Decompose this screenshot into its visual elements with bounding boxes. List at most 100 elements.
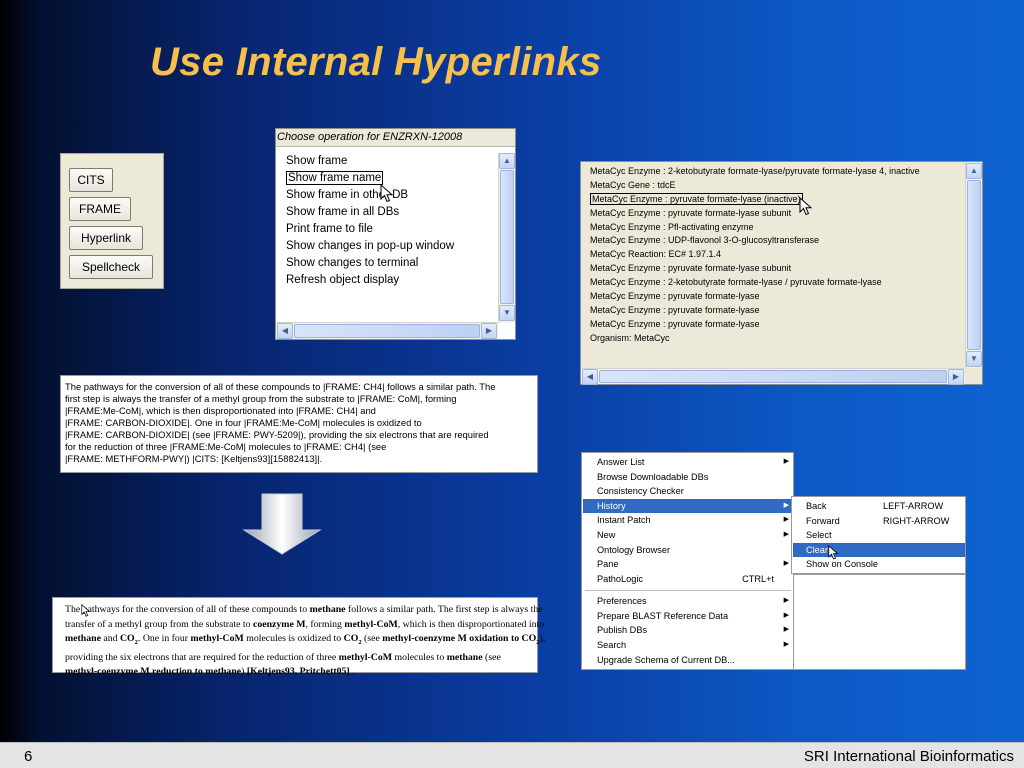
menu-item-history[interactable]: History ▶ (583, 498, 793, 514)
hyperlink[interactable]: methyl-coenzyme M oxidation to CO2 (382, 633, 539, 646)
operation-item[interactable]: Show frame (286, 154, 496, 171)
rendered-hyperlink-text[interactable]: The pathways for the conversion of all o… (52, 597, 546, 677)
dialog-title: Choose operation for ENZRXN-12008 (276, 129, 515, 147)
hyperlink[interactable]: methyl-coenzyme M reduction to methane (65, 666, 241, 677)
scroll-thumb[interactable] (967, 180, 981, 350)
scroll-thumb[interactable] (599, 370, 947, 383)
list-item[interactable]: MetaCyc Enzyme : UDP-flavonol 3-O-glucos… (590, 234, 960, 248)
history-submenu: Back LEFT-ARROW Forward RIGHT-ARROW Select… (791, 496, 966, 574)
shortcut-label: CTRL+t (742, 573, 774, 584)
results-list: MetaCyc Enzyme : 2-ketobutyrate formate-… (590, 165, 960, 346)
list-item[interactable]: MetaCyc Enzyme : Pfl-activating enzyme (590, 221, 960, 235)
menu-item-pane[interactable]: Pane ▶ (583, 557, 793, 572)
menu-item-instant-patch[interactable]: Instant Patch ▶ (583, 513, 793, 528)
text-line: |FRAME:Me-CoM|, which is then disproport… (65, 405, 376, 416)
list-item[interactable]: MetaCyc Enzyme : pyruvate formate-lyase … (590, 262, 960, 276)
scroll-down-icon[interactable]: ▼ (499, 305, 515, 321)
hyperlink-button[interactable]: Hyperlink (69, 226, 143, 250)
mouse-cursor-icon (799, 197, 813, 216)
scroll-right-icon[interactable]: ▶ (481, 323, 497, 339)
operation-item[interactable]: Print frame to file (286, 222, 496, 239)
submenu-item-select[interactable]: Select (793, 528, 965, 543)
scroll-down-icon[interactable]: ▼ (966, 351, 982, 367)
menu-item-new[interactable]: New ▶ (583, 528, 793, 543)
text-line: first step is always the transfer of a m… (65, 393, 457, 404)
shortcut-label: LEFT-ARROW (883, 501, 944, 511)
cits-button[interactable]: CITS (69, 168, 113, 192)
scroll-thumb[interactable] (294, 324, 480, 338)
spellcheck-button[interactable]: Spellcheck (69, 255, 153, 279)
hyperlink[interactable]: coenzyme M (253, 619, 306, 630)
submenu-arrow-icon: ▶ (783, 531, 789, 538)
list-item[interactable]: MetaCyc Gene : tdcE (590, 179, 960, 193)
submenu-item-forward[interactable]: Forward RIGHT-ARROW (793, 514, 965, 529)
slide-title: Use Internal Hyperlinks (150, 40, 602, 84)
hyperlink[interactable]: CO2 (344, 633, 362, 646)
scroll-thumb[interactable] (500, 170, 514, 304)
submenu-arrow-icon: ▶ (783, 560, 789, 568)
text-line: The pathways for the conversion of all o… (65, 604, 543, 615)
menu-item-upgrade-schema[interactable]: Upgrade Schema of Current DB... (583, 653, 793, 668)
menu-item-answer-list[interactable]: Answer List ▶ (583, 455, 793, 470)
vertical-scrollbar[interactable]: ▲ ▼ (498, 153, 515, 323)
frame-button[interactable]: FRAME (69, 197, 131, 221)
vertical-scrollbar[interactable]: ▲ ▼ (965, 162, 982, 368)
submenu-arrow-icon: ▶ (783, 611, 789, 619)
hyperlink[interactable]: methyl-CoM (190, 633, 243, 644)
list-item[interactable]: MetaCyc Enzyme : 2-ketobutyrate formate-… (590, 165, 960, 179)
menu-item-ontology-browser[interactable]: Ontology Browser (583, 543, 793, 558)
hyperlink[interactable]: methyl-CoM (339, 652, 392, 663)
scroll-up-icon[interactable]: ▲ (499, 153, 515, 169)
operation-item[interactable]: Show frame in all DBs (286, 205, 496, 222)
scroll-left-icon[interactable]: ◀ (277, 323, 293, 339)
raw-frame-text[interactable]: The pathways for the conversion of all o… (60, 375, 538, 473)
menu-item-preferences[interactable]: Preferences ▶ (583, 594, 793, 609)
menu-item-publish-dbs[interactable]: Publish DBs ▶ (583, 623, 793, 638)
menu-item-consistency-checker[interactable]: Consistency Checker (583, 484, 793, 499)
list-item[interactable]: MetaCyc Enzyme : 2-ketobutyrate formate-… (590, 276, 960, 290)
menu-item-prepare-blast[interactable]: Prepare BLAST Reference Data ▶ (583, 609, 793, 624)
text-line: |FRAME: CARBON-DIOXIDE| (see |FRAME: PWY… (65, 429, 489, 440)
page-number: 6 (24, 748, 33, 765)
submenu-arrow-icon: ▶ (783, 597, 789, 605)
citation-link[interactable]: [Keltjens93, Pritchett05] (247, 666, 350, 677)
mouse-cursor-icon (828, 545, 839, 560)
mouse-cursor-icon (81, 604, 91, 617)
scroll-up-icon[interactable]: ▲ (966, 163, 982, 179)
submenu-arrow-icon: ▶ (783, 641, 789, 648)
scroll-right-icon[interactable]: ▶ (948, 369, 964, 385)
operation-list: Show frame Show frame name Show frame in… (286, 154, 496, 290)
hyperlink[interactable]: methane (310, 604, 346, 615)
list-item[interactable]: MetaCyc Enzyme : pyruvate formate-lyase (590, 290, 960, 304)
horizontal-scrollbar[interactable]: ◀ ▶ (581, 368, 965, 385)
hyperlink[interactable]: CO2 (120, 633, 138, 646)
hyperlink[interactable]: methyl-CoM (344, 619, 397, 630)
operation-item[interactable]: Show changes to terminal (286, 256, 496, 273)
hyperlink[interactable]: methane (65, 633, 101, 644)
slide-footer: 6 SRI International Bioinformatics (0, 742, 1024, 768)
text-line: The pathways for the conversion of all o… (65, 381, 496, 392)
main-menu: Answer List ▶ Browse Downloadable DBs Con… (581, 452, 794, 670)
text-line: methane and CO2. One in four methyl-CoM … (65, 633, 546, 647)
list-item[interactable]: MetaCyc Reaction: EC# 1.97.1.4 (590, 248, 960, 262)
menu-item-pathologic[interactable]: PathoLogic CTRL+t (583, 572, 793, 587)
submenu-item-clear[interactable]: Clear (793, 542, 965, 558)
submenu-arrow-icon: ▶ (783, 626, 789, 634)
scroll-left-icon[interactable]: ◀ (582, 369, 598, 385)
menu-item-search[interactable]: Search ▶ (583, 638, 793, 653)
submenu-item-show-on-console[interactable]: Show on Console (793, 557, 965, 572)
operation-item[interactable]: Show changes in pop-up window (286, 239, 496, 256)
list-item-selected[interactable]: MetaCyc Enzyme : pyruvate formate-lyase … (590, 192, 960, 207)
hyperlink[interactable]: methane (447, 652, 483, 663)
list-item[interactable]: MetaCyc Enzyme : pyruvate formate-lyase (590, 318, 960, 332)
submenu-arrow-icon: ▶ (783, 458, 789, 465)
submenu-item-back[interactable]: Back LEFT-ARROW (793, 499, 965, 514)
list-item[interactable]: MetaCyc Enzyme : pyruvate formate-lyase … (590, 207, 960, 221)
submenu-arrow-icon: ▶ (783, 501, 789, 509)
operation-item[interactable]: Refresh object display (286, 273, 496, 290)
menu-item-browse-downloadable-dbs[interactable]: Browse Downloadable DBs (583, 470, 793, 485)
mouse-cursor-icon (380, 184, 394, 203)
list-item[interactable]: MetaCyc Enzyme : pyruvate formate-lyase (590, 304, 960, 318)
list-item[interactable]: Organism: MetaCyc (590, 332, 960, 346)
horizontal-scrollbar[interactable]: ◀ ▶ (276, 322, 498, 339)
